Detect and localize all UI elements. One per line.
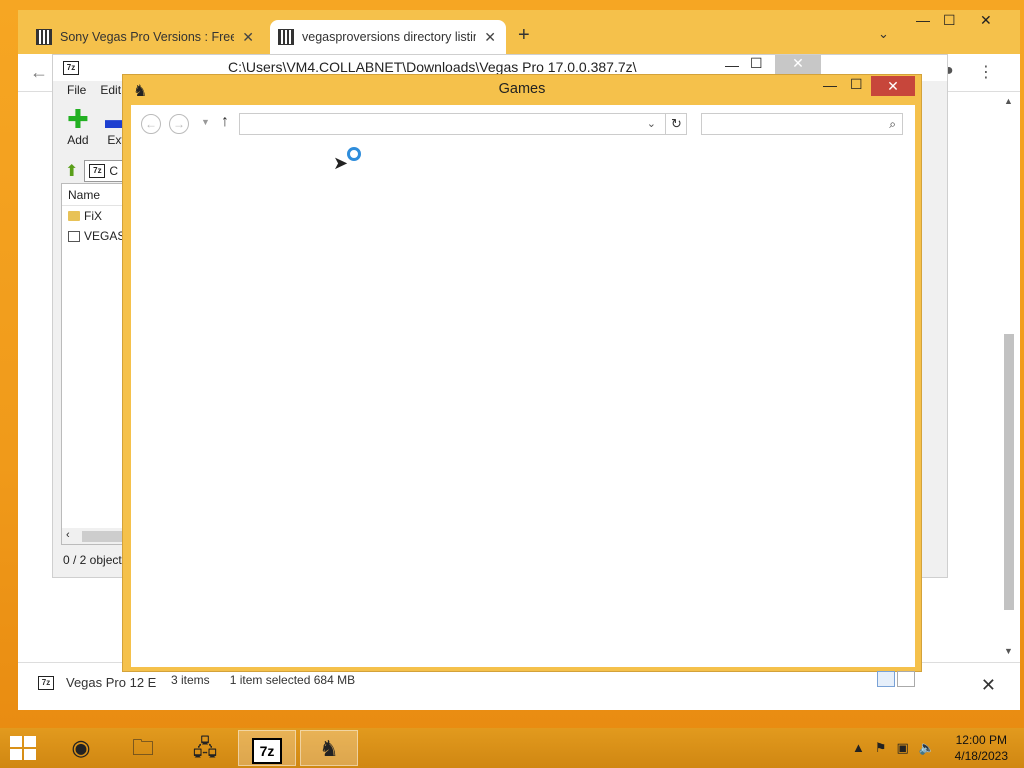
back-arrow-icon[interactable]: ← <box>141 114 161 134</box>
recent-locations-chevron-icon[interactable]: ▼ <box>201 117 210 127</box>
tab-title: Sony Vegas Pro Versions : Free D <box>60 30 235 44</box>
search-input[interactable]: ⌕ <box>701 113 903 135</box>
folder-icon <box>68 211 80 221</box>
taskbar: ◉ 🗀 🖧 7z ♞ ▲ ⚑ ▣ 🔈 12:00 PM 4/18/2023 <box>0 728 1024 768</box>
new-tab-button[interactable]: + <box>518 24 530 47</box>
chevron-down-icon[interactable]: ⌄ <box>647 117 656 130</box>
show-hidden-icons-chevron-icon[interactable]: ▲ <box>852 740 865 756</box>
7zip-app-icon: 7z <box>63 61 79 75</box>
close-button[interactable]: ✕ <box>775 55 821 75</box>
7zip-archive-icon: 7z <box>89 164 106 178</box>
7zip-path-title: C:\Users\VM4.COLLABNET\Downloads\Vegas P… <box>228 59 637 75</box>
refresh-icon[interactable]: ↻ <box>665 113 687 135</box>
item-count: 3 items <box>171 673 210 687</box>
scroll-down-icon[interactable]: ▼ <box>1004 646 1013 656</box>
close-button[interactable]: ✕ <box>871 76 915 96</box>
more-menu-icon[interactable]: ⋮ <box>978 62 994 82</box>
explorer-content: ← → ▼ ↑ ⌄ ↻ ⌕ ➤ <box>131 105 915 667</box>
menu-file[interactable]: File <box>67 83 86 103</box>
up-arrow-icon[interactable]: ↑ <box>221 113 229 131</box>
busy-spinner-icon <box>347 147 361 161</box>
clock-time: 12:00 PM <box>955 733 1007 747</box>
file-icon <box>68 230 80 242</box>
7zip-address-bar: ⬆ 7z C <box>65 159 125 183</box>
page-scrollbar[interactable]: ▲ ▼ <box>1004 96 1014 656</box>
file-explorer-taskbar-icon[interactable]: 🗀 <box>114 730 172 766</box>
close-window-button[interactable]: ✕ <box>980 12 992 29</box>
7zip-status: 0 / 2 object <box>63 553 122 567</box>
address-text: C <box>109 164 119 178</box>
scroll-left-icon[interactable]: ‹ <box>66 529 70 541</box>
explorer-navbar: ← → ▼ ↑ ⌄ ↻ ⌕ <box>131 105 915 141</box>
view-switcher <box>877 671 915 687</box>
games-taskbar-icon[interactable]: ♞ <box>300 730 358 766</box>
scroll-up-icon[interactable]: ▲ <box>1004 96 1013 106</box>
list-item-label: FiX <box>84 209 102 223</box>
add-label: Add <box>67 133 89 147</box>
close-tab-button[interactable]: ✕ <box>242 29 254 46</box>
tab-title: vegasproversions directory listing <box>302 30 477 44</box>
archive-favicon-icon <box>36 29 52 45</box>
back-arrow-icon[interactable]: ← <box>30 62 48 83</box>
archive-favicon-icon <box>278 29 294 45</box>
windows-start-icon[interactable] <box>10 736 38 760</box>
mouse-cursor-icon: ➤ <box>333 153 349 173</box>
7zip-task-label: 7z <box>252 738 282 764</box>
forward-arrow-icon[interactable]: → <box>169 114 189 134</box>
network-taskbar-icon[interactable]: 🖧 <box>176 730 234 766</box>
network-icon[interactable]: ▣ <box>897 740 909 756</box>
folder-up-icon[interactable]: ⬆ <box>65 161 78 181</box>
7zip-address-input[interactable]: 7z C <box>84 160 125 182</box>
tab-directory-listing[interactable]: vegasproversions directory listing ✕ <box>270 20 506 54</box>
system-clock[interactable]: 12:00 PM 4/18/2023 <box>955 732 1008 764</box>
chrome-taskbar-icon[interactable]: ◉ <box>52 730 110 766</box>
window-title: Games <box>498 81 546 97</box>
explorer-titlebar: ♞ Games — ☐ ✕ <box>123 75 921 103</box>
maximize-button[interactable]: ☐ <box>850 76 863 93</box>
minimize-button[interactable]: — <box>725 57 739 73</box>
close-download-bar-button[interactable]: ✕ <box>981 675 996 696</box>
details-view-icon[interactable] <box>877 671 895 687</box>
system-tray: ▲ ⚑ ▣ 🔈 <box>852 740 935 756</box>
games-explorer-window: ♞ Games — ☐ ✕ ← → ▼ ↑ ⌄ ↻ ⌕ ➤ 3 items 1 … <box>122 74 922 687</box>
maximize-button[interactable]: ☐ <box>943 12 956 29</box>
explorer-statusbar: 3 items 1 item selected 684 MB <box>131 671 915 689</box>
7zip-taskbar-icon[interactable]: 7z <box>238 730 296 766</box>
large-icons-view-icon[interactable] <box>897 671 915 687</box>
search-icon: ⌕ <box>889 117 896 131</box>
address-bar[interactable]: ⌄ <box>239 113 687 135</box>
tab-sony-vegas[interactable]: Sony Vegas Pro Versions : Free D ✕ <box>28 20 264 54</box>
selection-info: 1 item selected 684 MB <box>229 673 356 687</box>
close-tab-button[interactable]: ✕ <box>484 29 496 46</box>
plus-icon: ✚ <box>67 104 89 134</box>
minimize-button[interactable]: — <box>823 77 837 93</box>
scrollbar-thumb[interactable] <box>1004 334 1014 610</box>
clock-date: 4/18/2023 <box>954 749 1008 763</box>
add-button[interactable]: ✚ Add <box>67 105 89 147</box>
action-center-flag-icon[interactable]: ⚑ <box>875 740 887 756</box>
menu-edit[interactable]: Edit <box>100 83 121 103</box>
minimize-button[interactable]: — <box>916 12 930 28</box>
chevron-down-icon[interactable]: ⌄ <box>878 26 889 42</box>
maximize-button[interactable]: ☐ <box>750 55 763 72</box>
tab-strip: Sony Vegas Pro Versions : Free D ✕ vegas… <box>18 10 1020 54</box>
7z-file-icon: 7z <box>38 675 54 690</box>
7zip-menubar: File Edit <box>53 83 121 103</box>
volume-muted-icon[interactable]: 🔈 <box>919 740 935 756</box>
